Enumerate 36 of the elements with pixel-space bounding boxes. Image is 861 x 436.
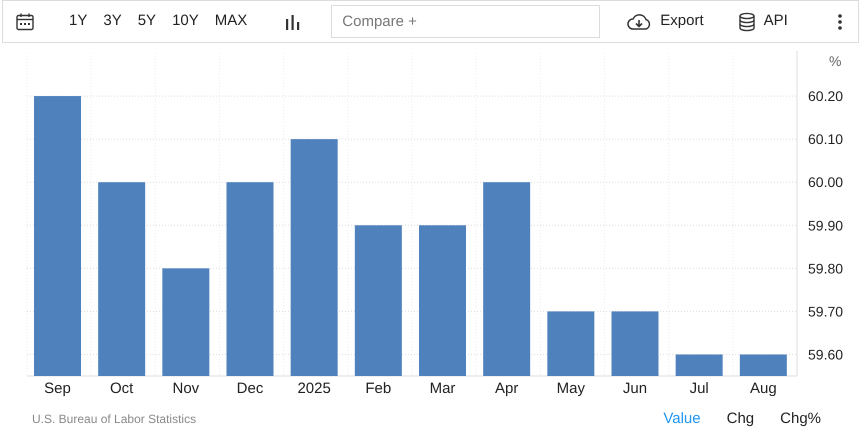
compare-field[interactable]: Compare + (331, 5, 600, 38)
api-button[interactable]: API (736, 10, 790, 33)
range-tab[interactable]: 3Y (97, 10, 128, 33)
x-axis-label: Aug (750, 380, 777, 397)
x-axis-label: Nov (172, 380, 200, 397)
unit-label: % (829, 53, 842, 69)
view-mode-tab[interactable]: Chg (726, 408, 754, 430)
more-options-icon[interactable] (838, 14, 842, 30)
x-axis-label: Feb (365, 380, 392, 397)
x-axis-label: 2025 (297, 380, 331, 397)
range-tab[interactable]: 10Y (166, 10, 205, 33)
x-axis-label: Sep (44, 380, 71, 397)
range-tab[interactable]: 5Y (132, 10, 162, 33)
y-axis-label: 59.90 (808, 217, 844, 234)
export-button[interactable]: Export (624, 10, 706, 33)
x-axis-label: Jun (622, 380, 648, 397)
range-tab[interactable]: 1Y (63, 10, 94, 33)
y-axis-label: 59.70 (808, 303, 844, 320)
x-axis-label: Dec (236, 380, 264, 397)
database-icon (738, 12, 756, 32)
y-axis-label: 60.10 (808, 131, 844, 148)
y-axis-label: 59.60 (808, 346, 844, 362)
y-axis-label: 60.20 (808, 88, 844, 104)
cloud-download-icon (626, 12, 652, 30)
y-axis-label: 60.00 (808, 174, 844, 190)
y-axis-label: 59.80 (808, 260, 844, 276)
x-axis-label: Oct (110, 380, 134, 397)
source-text: U.S. Bureau of Labor Statistics (32, 411, 196, 428)
x-axis-label: Mar (430, 380, 456, 397)
x-axis-label: Jul (690, 380, 709, 397)
view-mode-tab[interactable]: Chg% (780, 408, 821, 430)
range-tab[interactable]: MAX (208, 10, 254, 33)
bar-chart-icon[interactable] (285, 14, 302, 30)
x-axis-label: Apr (495, 380, 518, 397)
calendar-icon[interactable] (15, 12, 35, 32)
x-axis-label: May (556, 380, 585, 397)
